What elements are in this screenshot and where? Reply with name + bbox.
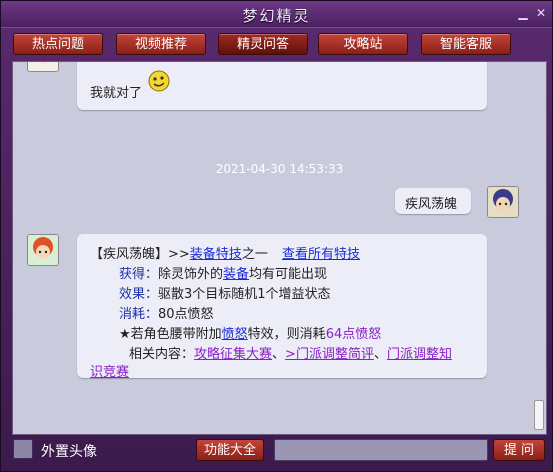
tab-smart-service[interactable]: 智能客服 — [421, 33, 511, 55]
note-value: 64点愤怒 — [325, 327, 382, 342]
chat-area: 我就对了 2021-04-30 14:53:33 疾风荡魄 【疾风荡魄】>>装备… — [12, 61, 547, 435]
related-sep-2: 、 — [373, 347, 387, 362]
tab-sprite-qa[interactable]: 精灵问答 — [218, 33, 308, 55]
obtain-text: 除灵饰外的 — [158, 267, 224, 282]
equipment-skill-link[interactable]: 装备特技 — [190, 247, 242, 262]
sprite-avatar — [27, 234, 59, 266]
related-link-quiz-cont[interactable]: 识竞赛 — [90, 365, 129, 380]
tab-hot-questions[interactable]: 热点问题 — [13, 33, 103, 55]
question-input[interactable] — [274, 439, 488, 461]
effect-text: 驱散3个目标随机1个增益状态 — [158, 287, 331, 302]
answer-title-line: 【疾风荡魄】>>装备特技之一 查看所有特技 — [90, 243, 360, 262]
related-link-review[interactable]: >门派调整简评 — [285, 347, 374, 362]
prev-message-bubble: 我就对了 — [77, 62, 487, 110]
cost-label: 消耗： — [119, 307, 159, 322]
user-message-text: 疾风荡魄 — [405, 197, 458, 212]
related-link-contest[interactable]: 攻略征集大赛 — [194, 347, 272, 362]
effect-label: 效果： — [119, 287, 159, 302]
obtain-line: 获得：除灵饰外的装备均有可能出现 — [119, 263, 327, 282]
effect-line: 效果：驱散3个目标随机1个增益状态 — [119, 283, 331, 302]
ask-button[interactable]: 提 问 — [493, 439, 545, 461]
functions-button[interactable]: 功能大全 — [196, 439, 264, 461]
message-timestamp: 2021-04-30 14:53:33 — [215, 162, 344, 176]
related-link-quiz[interactable]: 门派调整知 — [387, 347, 452, 362]
tab-video-recommend[interactable]: 视频推荐 — [116, 33, 206, 55]
close-icon[interactable]: ✕ — [534, 6, 548, 20]
avatar-checkbox-label: 外置头像 — [41, 444, 97, 460]
user-message-bubble: 疾风荡魄 — [395, 188, 471, 214]
obtain-label: 获得： — [119, 267, 159, 282]
avatar-checkbox[interactable] — [13, 439, 33, 459]
answer-bubble: 【疾风荡魄】>>装备特技之一 查看所有特技 获得：除灵饰外的装备均有可能出现 效… — [77, 234, 487, 380]
user-avatar — [487, 186, 519, 218]
title-bar: 梦幻精灵 ▁ ✕ — [1, 1, 552, 28]
chat-scrollbar[interactable] — [534, 64, 544, 430]
window-title: 梦幻精灵 — [242, 7, 311, 25]
tab-guide-site[interactable]: 攻略站 — [318, 33, 408, 55]
note-text-2: 特效，则消耗 — [247, 327, 326, 342]
bottom-bar: 外置头像 功能大全 提 问 — [1, 437, 552, 467]
related-line-2: 识竞赛 — [90, 361, 129, 380]
smiley-emote-icon — [147, 69, 171, 97]
prev-message-text: 我就对了 — [90, 86, 143, 101]
equipment-link[interactable]: 装备 — [223, 267, 249, 282]
view-all-skills-link[interactable]: 查看所有特技 — [282, 247, 360, 262]
related-sep-1: 、 — [272, 347, 286, 362]
sprite-avatar-top — [27, 62, 59, 72]
note-line: ★若角色腰带附加愤怒特效，则消耗64点愤怒 — [119, 323, 381, 342]
scrollbar-thumb[interactable] — [534, 400, 544, 430]
note-text: ★若角色腰带附加 — [119, 327, 222, 342]
minimize-icon[interactable]: ▁ — [516, 6, 530, 20]
related-label: 相关内容： — [129, 347, 195, 362]
cost-line: 消耗：80点愤怒 — [119, 303, 214, 322]
related-line: 相关内容：攻略征集大赛、>门派调整简评、门派调整知 — [129, 343, 452, 362]
answer-title: 【疾风荡魄】>> — [90, 247, 190, 262]
cost-text: 80点愤怒 — [158, 307, 214, 322]
rage-link[interactable]: 愤怒 — [222, 327, 248, 342]
obtain-text-2: 均有可能出现 — [249, 267, 328, 282]
sprite-window: 梦幻精灵 ▁ ✕ 热点问题 视频推荐 精灵问答 攻略站 智能客服 我就对了 20… — [0, 0, 553, 472]
answer-title-suffix: 之一 — [241, 247, 268, 262]
